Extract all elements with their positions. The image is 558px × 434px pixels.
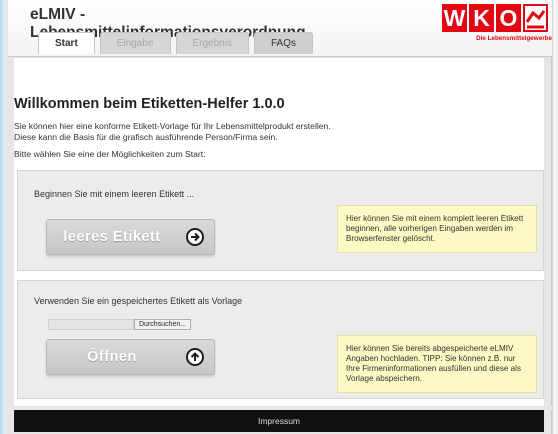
content-area-top <box>14 58 544 84</box>
new-label-panel: Beginnen Sie mit einem leeren Etikett ..… <box>17 170 544 271</box>
tab-bar: Start Eingabe Ergebnis FAQs <box>38 32 313 54</box>
logo-mark-icon <box>523 4 548 32</box>
tab-ergebnis[interactable]: Ergebnis <box>175 32 249 54</box>
file-path-field[interactable] <box>48 319 134 330</box>
file-upload: Durchsuchen... <box>48 319 192 330</box>
tab-eingabe[interactable]: Eingabe <box>99 32 171 54</box>
logo-letter-k: K <box>469 4 494 32</box>
tab-faqs[interactable]: FAQs <box>253 32 313 54</box>
intro-line-1: Sie können hier eine konforme Etikett-Vo… <box>14 121 331 131</box>
arrow-up-circle-icon <box>186 348 204 366</box>
template-panel-label: Verwenden Sie ein gespeichertes Etikett … <box>34 296 243 306</box>
arrow-right-circle-icon <box>186 228 204 246</box>
empty-label-button-label: leeres Etikett <box>63 229 161 245</box>
page-title: Willkommen beim Etiketten-Helfer 1.0.0 <box>14 96 285 112</box>
logo-tagline: Die Lebensmittelgewerbe <box>476 35 552 42</box>
app-title-line1: eLMIV - <box>30 6 86 23</box>
vertical-scrollbar[interactable] <box>552 0 558 434</box>
app-header: eLMIV - Lebensmittelinformationsverordnu… <box>8 0 552 57</box>
new-label-hint: Hier können Sie mit einem komplett leere… <box>337 205 537 253</box>
choose-instruction: Bitte wählen Sie eine der Möglichkeiten … <box>14 149 206 159</box>
empty-label-button[interactable]: leeres Etikett <box>46 219 215 255</box>
intro-line-2: Diese kann die Basis für die grafisch au… <box>14 132 278 142</box>
logo-letter-w: W <box>442 4 467 32</box>
wko-logo[interactable]: W K O Die Lebensmittelgewerbe <box>442 4 554 48</box>
open-button[interactable]: Öffnen <box>46 339 215 375</box>
template-panel: Verwenden Sie ein gespeichertes Etikett … <box>17 280 544 399</box>
template-hint: Hier können Sie bereits abgespeicherte e… <box>337 335 537 393</box>
browse-button[interactable]: Durchsuchen... <box>134 319 192 330</box>
intro-text: Sie können hier eine konforme Etikett-Vo… <box>14 121 534 143</box>
open-button-label: Öffnen <box>87 349 137 365</box>
new-label-panel-label: Beginnen Sie mit einem leeren Etikett ..… <box>34 189 195 199</box>
logo-letter-o: O <box>496 4 521 32</box>
impressum-link[interactable]: Impressum <box>258 416 300 426</box>
tab-start[interactable]: Start <box>38 32 95 54</box>
footer-bar: Impressum <box>14 410 544 432</box>
